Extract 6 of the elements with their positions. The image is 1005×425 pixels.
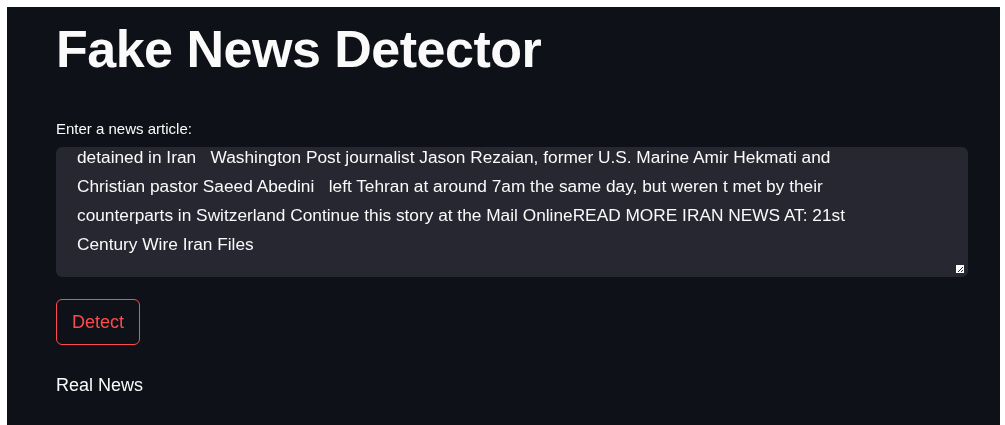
result-text: Real News xyxy=(56,374,145,397)
detect-button[interactable]: Detect xyxy=(56,299,141,345)
article-field[interactable]: detained in Iran Washington Post journalist Jason Rezaian, former U.S. Marine Amir Hekmati and Christian pastor Saeed Abedini left Tehran at around 7am the same day, but weren t met by their counterparts in Switzerland Continue this story at the Mail OnlineREAD MORE IRAN NEWS AT: 21st Century Wire Iran Files xyxy=(56,147,968,277)
field-label: Enter a news article: xyxy=(56,119,193,139)
resize-grip-icon[interactable] xyxy=(956,265,964,273)
app-title: Fake News Detector xyxy=(56,19,543,80)
